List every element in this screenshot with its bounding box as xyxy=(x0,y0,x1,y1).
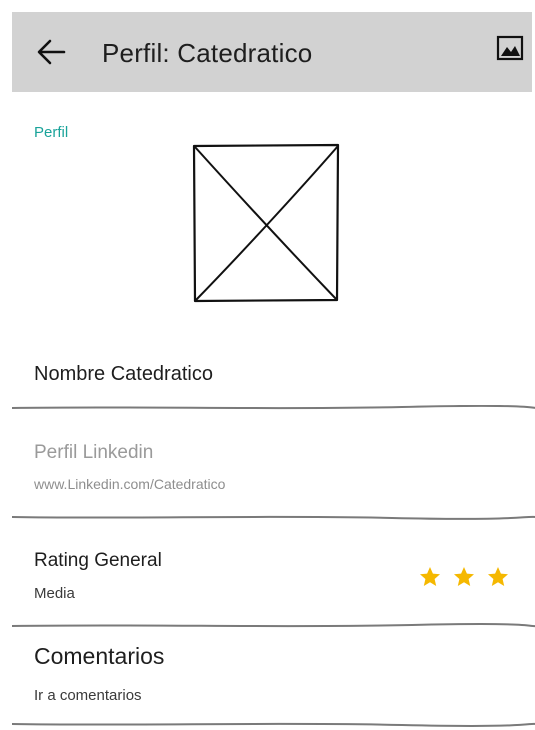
field-nombre: Nombre Catedratico xyxy=(12,355,535,415)
section-label-perfil: Perfil xyxy=(34,124,69,141)
rating-label: Rating General xyxy=(34,550,162,571)
divider xyxy=(12,405,535,410)
image-icon[interactable] xyxy=(496,34,524,62)
divider xyxy=(12,623,535,628)
page-title: Perfil: Catedratico xyxy=(102,38,313,68)
comments-link[interactable]: Ir a comentarios xyxy=(34,687,142,704)
linkedin-label: Perfil Linkedin xyxy=(34,442,154,463)
linkedin-url[interactable]: www.Linkedin.com/Catedratico xyxy=(34,476,225,492)
arrow-left-icon[interactable] xyxy=(36,38,66,66)
rating-value: Media xyxy=(34,585,75,602)
star-icon xyxy=(488,567,508,586)
divider xyxy=(12,515,535,520)
teacher-name: Nombre Catedratico xyxy=(34,363,213,385)
field-linkedin[interactable]: Perfil Linkedin www.Linkedin.com/Catedra… xyxy=(12,437,535,527)
field-rating: Rating General Media xyxy=(12,547,535,637)
star-icon xyxy=(420,567,440,586)
divider xyxy=(12,722,535,727)
rating-stars xyxy=(418,565,510,589)
app-bar: Perfil: Catedratico xyxy=(12,12,532,92)
field-comentarios: Comentarios Ir a comentarios xyxy=(12,641,535,730)
star-icon xyxy=(454,567,474,586)
image-placeholder-icon[interactable] xyxy=(192,143,340,303)
comments-label: Comentarios xyxy=(34,643,165,669)
